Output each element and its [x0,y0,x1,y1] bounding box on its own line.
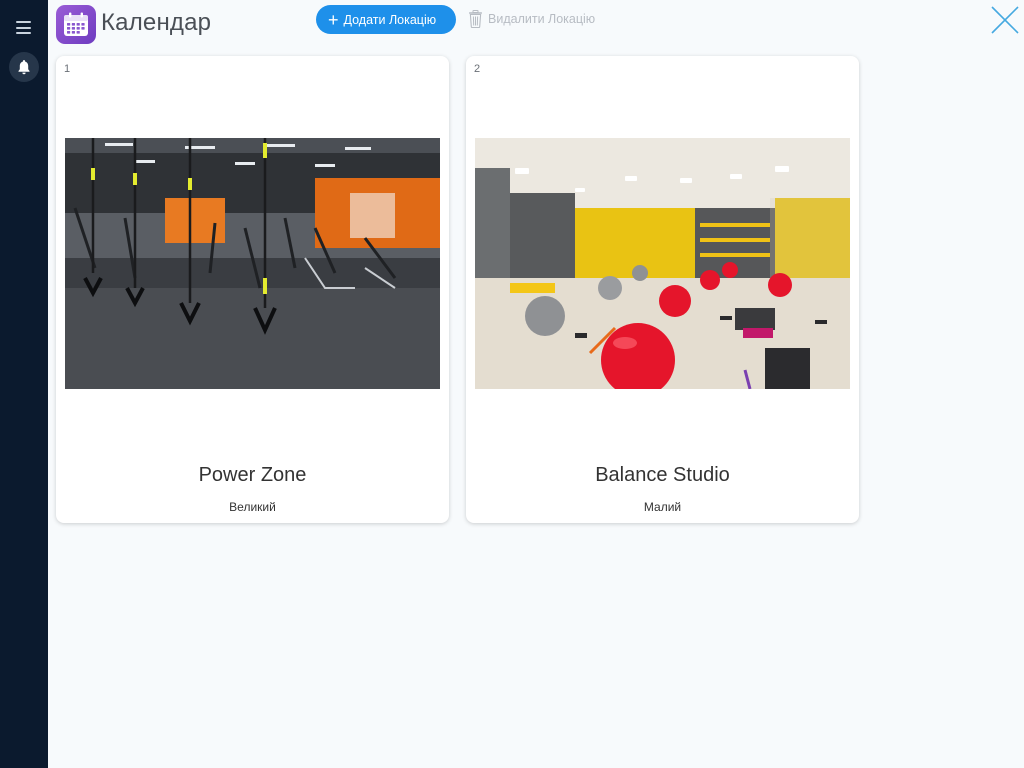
add-location-label: Додати Локацію [343,12,437,27]
sidebar [0,0,48,768]
close-icon[interactable] [990,5,1020,35]
notifications-button[interactable] [9,52,39,82]
calendar-icon [56,5,96,44]
location-photo [475,138,850,389]
location-index: 1 [64,63,71,75]
add-location-button[interactable]: + Додати Локацію [316,5,456,34]
location-name: Balance Studio [595,464,730,486]
menu-icon[interactable] [16,21,31,34]
trash-icon [469,10,482,28]
delete-location-label: Видалити Локацію [488,12,596,26]
location-card[interactable]: 1 Power Zone Великий [56,56,449,523]
location-photo [65,138,440,389]
page-title: Календар [101,9,212,36]
location-name: Power Zone [198,464,307,486]
plus-icon: + [328,9,339,30]
delete-location-button[interactable]: Видалити Локацію [468,8,595,30]
main-area: Календар + Додати Локацію Видалити Локац… [48,0,1024,768]
location-size: Малий [643,500,682,514]
location-size: Великий [229,500,276,514]
location-card[interactable]: 2 Balance Studio Малий [466,56,859,523]
location-index: 2 [474,63,481,75]
bell-icon [18,60,30,75]
